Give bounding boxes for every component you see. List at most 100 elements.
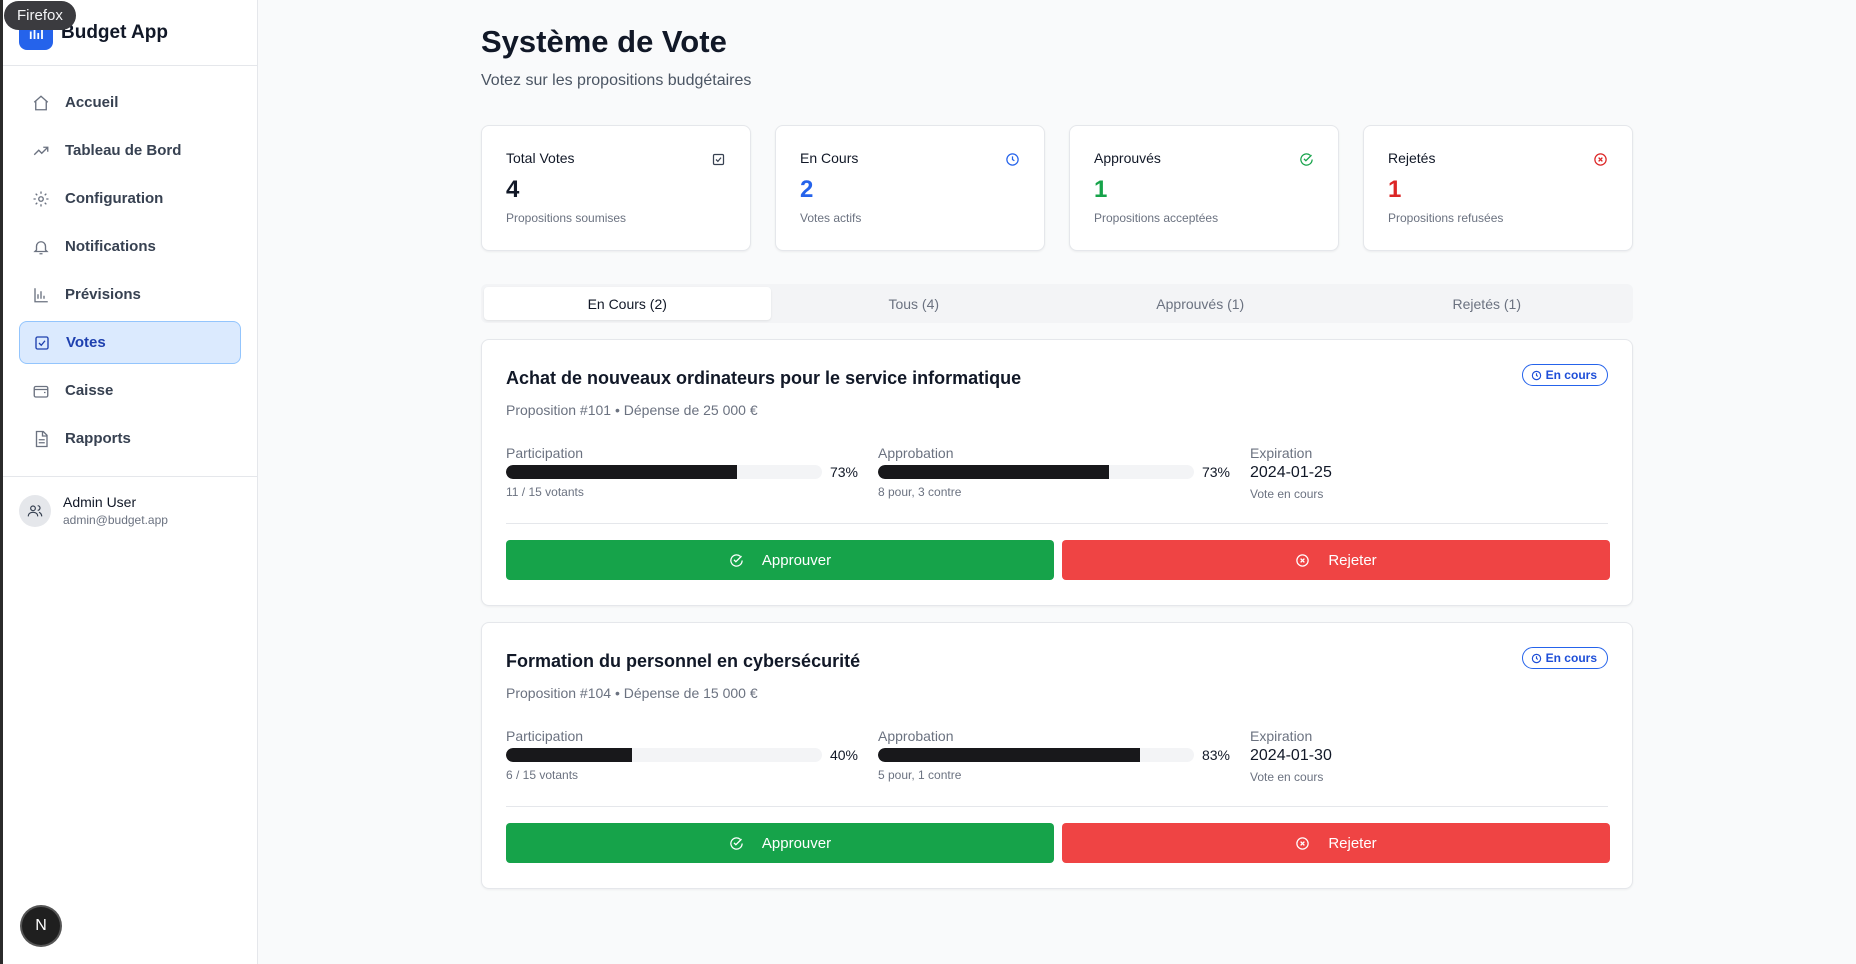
clock-icon — [1531, 370, 1541, 380]
button-label: Rejeter — [1328, 834, 1377, 852]
card-divider — [506, 806, 1608, 807]
x-circle-icon — [1593, 152, 1608, 172]
sidebar-item-caisse[interactable]: Caisse — [19, 369, 241, 412]
sidebar-item-previsions[interactable]: Prévisions — [19, 273, 241, 316]
bell-icon — [31, 237, 51, 257]
proposal-meta: Proposition #104 • Dépense de 15 000 € — [506, 685, 758, 701]
user-profile[interactable]: Admin User admin@budget.app — [19, 494, 168, 527]
metric-subtext: Vote en cours — [1250, 770, 1324, 784]
sidebar-item-label: Caisse — [65, 382, 114, 399]
metric-label: Participation — [506, 728, 584, 744]
metric-label: Expiration — [1250, 728, 1313, 744]
tab-en-cours[interactable]: En Cours (2) — [484, 287, 771, 320]
wallet-icon — [31, 381, 51, 401]
tab-tous[interactable]: Tous (4) — [771, 287, 1058, 320]
approval-progress-bar — [878, 748, 1194, 762]
reject-button[interactable]: Rejeter — [1062, 540, 1610, 580]
vote-icon — [32, 333, 52, 353]
sidebar-item-accueil[interactable]: Accueil — [19, 81, 241, 124]
metric-label: Approbation — [878, 728, 954, 744]
dev-tools-badge[interactable]: N — [22, 907, 60, 945]
sidebar-item-configuration[interactable]: Configuration — [19, 177, 241, 220]
user-email: admin@budget.app — [63, 513, 168, 527]
stat-card-approuves: Approuvés 1 Propositions acceptées — [1069, 125, 1339, 251]
sidebar-item-label: Prévisions — [65, 286, 141, 303]
progress-percent: 73% — [1201, 464, 1230, 480]
sidebar-item-votes[interactable]: Votes — [19, 321, 241, 364]
sidebar-item-label: Tableau de Bord — [65, 142, 182, 159]
participation-progress-bar — [506, 465, 822, 479]
proposal-title: Achat de nouveaux ordinateurs pour le se… — [506, 368, 1022, 388]
metric-subtext: 5 pour, 1 contre — [878, 768, 962, 782]
users-icon — [27, 504, 43, 516]
clock-icon — [1531, 653, 1541, 663]
sidebar-item-label: Notifications — [65, 238, 156, 255]
stat-description: Propositions soumises — [506, 211, 627, 225]
check-circle-icon — [730, 553, 743, 567]
progress-fill — [506, 748, 633, 762]
metric-subtext: 6 / 15 votants — [506, 768, 579, 782]
expiration-metric: Expiration 2024-01-25 Vote en cours — [1250, 445, 1602, 501]
expiration-date: 2024-01-30 — [1250, 747, 1332, 764]
sidebar-nav: Accueil Tableau de Bord Configuration No… — [3, 66, 257, 460]
stat-value: 1 — [1388, 176, 1402, 203]
page-subtitle: Votez sur les propositions budgétaires — [481, 72, 752, 89]
sidebar-item-label: Configuration — [65, 190, 164, 207]
stat-card-rejetes: Rejetés 1 Propositions refusées — [1363, 125, 1633, 251]
status-label: En cours — [1545, 368, 1597, 382]
sidebar-item-label: Votes — [66, 334, 106, 351]
stat-card-en-cours: En Cours 2 Votes actifs — [775, 125, 1045, 251]
sidebar-item-notifications[interactable]: Notifications — [19, 225, 241, 268]
metric-subtext: Vote en cours — [1250, 487, 1324, 501]
approve-button[interactable]: Approuver — [506, 540, 1054, 580]
vote-icon — [711, 152, 726, 172]
trending-up-icon — [31, 141, 51, 161]
stat-value: 1 — [1094, 176, 1108, 203]
progress-fill — [878, 748, 1141, 762]
check-circle-icon — [730, 836, 743, 850]
approve-button[interactable]: Approuver — [506, 823, 1054, 863]
metric-subtext: 11 / 15 votants — [506, 485, 584, 499]
reject-button[interactable]: Rejeter — [1062, 823, 1610, 863]
progress-percent: 73% — [829, 464, 858, 480]
status-badge: En cours — [1521, 364, 1608, 386]
user-name: Admin User — [63, 494, 137, 510]
avatar — [19, 494, 51, 527]
stats-row: Total Votes 4 Propositions soumises En C… — [481, 125, 1633, 251]
progress-percent: 83% — [1201, 747, 1230, 763]
sidebar-item-label: Rapports — [65, 430, 131, 447]
file-icon — [31, 429, 51, 449]
vote-tabs: En Cours (2) Tous (4) Approuvés (1) Reje… — [481, 284, 1633, 323]
tab-approuves[interactable]: Approuvés (1) — [1057, 287, 1344, 320]
progress-fill — [506, 465, 737, 479]
button-label: Approuver — [761, 551, 832, 569]
app-name: Budget App — [61, 21, 168, 43]
button-label: Approuver — [761, 834, 832, 852]
stat-label: Rejetés — [1388, 150, 1436, 166]
stat-label: Total Votes — [506, 150, 575, 166]
x-circle-icon — [1296, 836, 1310, 850]
approval-metric: Approbation 73% 8 pour, 3 contre — [878, 445, 1230, 499]
metric-subtext: 8 pour, 3 contre — [878, 485, 962, 499]
check-circle-icon — [1299, 152, 1314, 172]
gear-icon — [31, 189, 51, 209]
page-title: Système de Vote — [481, 24, 727, 59]
participation-metric: Participation 73% 11 / 15 votants — [506, 445, 858, 499]
stat-description: Propositions refusées — [1388, 211, 1504, 225]
sidebar-item-tableau-de-bord[interactable]: Tableau de Bord — [19, 129, 241, 172]
progress-fill — [878, 465, 1109, 479]
approval-metric: Approbation 83% 5 pour, 1 contre — [878, 728, 1230, 782]
proposal-card: Formation du personnel en cybersécurité … — [481, 622, 1633, 889]
tab-rejetes[interactable]: Rejetés (1) — [1344, 287, 1631, 320]
status-label: En cours — [1545, 651, 1597, 665]
stat-description: Votes actifs — [800, 211, 862, 225]
participation-progress-bar — [506, 748, 822, 762]
metric-label: Approbation — [878, 445, 954, 461]
metric-label: Participation — [506, 445, 584, 461]
proposal-card: Achat de nouveaux ordinateurs pour le se… — [481, 339, 1633, 606]
stat-card-total: Total Votes 4 Propositions soumises — [481, 125, 751, 251]
sidebar-item-rapports[interactable]: Rapports — [19, 417, 241, 460]
button-label: Rejeter — [1328, 551, 1377, 569]
home-icon — [31, 93, 51, 113]
stat-value: 2 — [800, 176, 814, 203]
